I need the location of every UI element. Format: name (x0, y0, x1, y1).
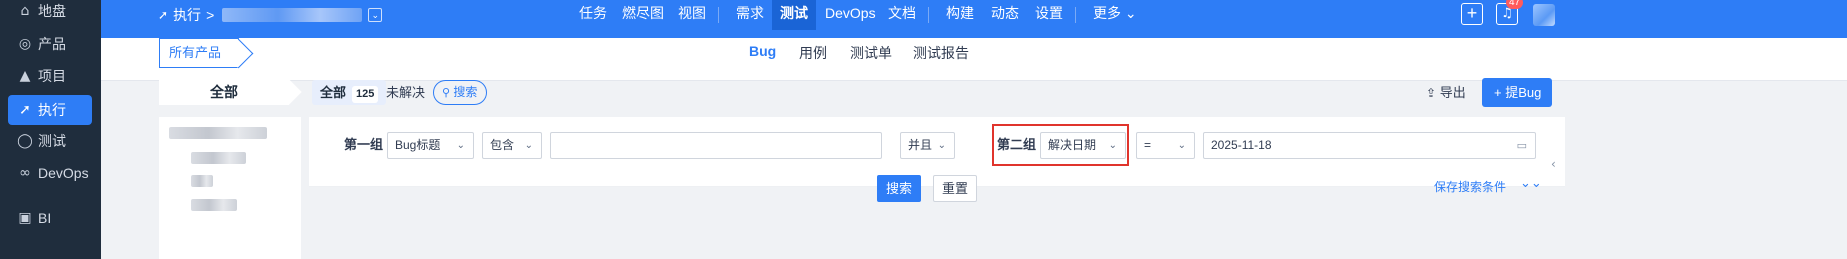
create-plus-button[interactable]: + (1461, 3, 1483, 25)
expand-double-chevron-icon[interactable]: ⌄⌄ (1520, 176, 1542, 191)
nav-divider (928, 7, 929, 23)
execution-name-redacted[interactable] (222, 8, 363, 22)
sidebar-item-product[interactable]: ◎ 产品 (8, 29, 92, 59)
sidebar-item-label: DevOps (38, 165, 89, 181)
nav-divider (1075, 7, 1076, 23)
logic-value: 并且 (908, 138, 933, 152)
operator1-select[interactable]: 包含 ⌄ (482, 132, 542, 159)
date-value: 2025-11-18 (1211, 138, 1272, 152)
sidebar-item-label: 地盘 (38, 3, 66, 19)
operator1-value: 包含 (490, 138, 515, 152)
bi-chart-icon: ▣ (18, 210, 32, 226)
nav-view[interactable]: 视图 (678, 0, 706, 30)
nav-task[interactable]: 任务 (579, 0, 607, 30)
notification-badge: 47 (1506, 0, 1524, 9)
nav-settings[interactable]: 设置 (1035, 0, 1063, 30)
sidebar-item-label: 项目 (38, 68, 66, 84)
top-navbar: ➚ 执行 > ⌄ 任务 燃尽图 视图 需求 测试 DevOps 文档 构建 动态… (101, 0, 1847, 38)
chevron-down-icon: ⌄ (456, 140, 465, 151)
home-icon: ⌂ (20, 3, 30, 19)
search-toggle-button[interactable]: ⚲ 搜索 (433, 80, 487, 105)
tree-node-redacted[interactable] (191, 152, 246, 164)
logic-select[interactable]: 并且 ⌄ (900, 132, 955, 159)
nav-story[interactable]: 需求 (736, 0, 764, 30)
field1-select[interactable]: Bug标题 ⌄ (387, 132, 474, 159)
search-toggle-label: 搜索 (453, 85, 478, 99)
sidebar-item-label: 产品 (38, 36, 66, 52)
field1-value: Bug标题 (395, 138, 441, 152)
sidebar: ⌂ 地盘 ◎ 产品 ▲ 项目 ➚ 执行 ◯ 测试 ∞ DevOps ▣ BI (0, 0, 101, 259)
nav-test[interactable]: 测试 (772, 0, 816, 30)
breadcrumb: ➚ 执行 > ⌄ (158, 0, 383, 30)
infinity-icon: ∞ (19, 165, 31, 181)
nav-devops[interactable]: DevOps (825, 0, 876, 30)
group1-label: 第一组 (344, 137, 384, 152)
product-selector[interactable]: 所有产品 ⌄ (159, 38, 239, 68)
sidebar-item-dashboard[interactable]: ⌂ 地盘 (8, 0, 92, 26)
save-search-link[interactable]: 保存搜索条件 (1434, 178, 1506, 195)
value1-input[interactable] (550, 132, 882, 159)
search-icon: ⚲ (442, 86, 451, 99)
nav-divider (718, 7, 719, 23)
tab-case[interactable]: 用例 (799, 43, 827, 63)
bug-count-badge: 125 (352, 86, 379, 103)
tree-node-redacted[interactable] (191, 175, 213, 187)
rocket-icon: ▲ (19, 68, 31, 84)
lightbulb-icon: ◎ (18, 36, 32, 52)
tab-all-bugs[interactable]: 全部 125 (312, 80, 387, 105)
operator2-value: = (1144, 138, 1152, 152)
value2-date-input[interactable]: 2025-11-18 ▭ (1203, 132, 1536, 159)
tab-all-label: 全部 (320, 85, 347, 100)
module-tree (159, 117, 301, 259)
sidebar-item-label: 执行 (38, 102, 66, 118)
chevron-down-icon: ⌄ (1177, 140, 1186, 151)
search-button[interactable]: 搜索 (877, 175, 921, 202)
sidebar-item-label: BI (38, 210, 52, 226)
tab-bug[interactable]: Bug (749, 43, 776, 59)
execute-icon: ➚ (19, 102, 31, 118)
tab-testreport[interactable]: 测试报告 (913, 43, 969, 63)
sidebar-item-project[interactable]: ▲ 项目 (8, 61, 92, 91)
chevron-down-icon[interactable]: ⌄ (368, 8, 383, 22)
breadcrumb-root[interactable]: 执行 (173, 5, 201, 25)
tree-node-redacted[interactable] (191, 199, 237, 211)
chevron-down-icon: ⌄ (937, 140, 946, 151)
tab-unresolved[interactable]: 未解决 (386, 80, 425, 105)
tree-node-redacted[interactable] (169, 127, 267, 139)
nav-burndown[interactable]: 燃尽图 (622, 0, 664, 30)
sub-header: 所有产品 ⌄ Bug 用例 测试单 测试报告 (101, 38, 1847, 81)
module-all[interactable]: 全部 (159, 80, 289, 105)
nav-doc[interactable]: 文档 (888, 0, 916, 30)
export-icon: ⇪ (1426, 86, 1437, 100)
breadcrumb-separator: > (206, 7, 215, 23)
sidebar-item-label: 测试 (38, 133, 66, 149)
operator2-select[interactable]: = ⌄ (1136, 132, 1195, 159)
nav-more[interactable]: 更多 ⌄ (1093, 0, 1137, 30)
execute-icon: ➚ (158, 8, 169, 22)
sidebar-item-execute[interactable]: ➚ 执行 (8, 95, 92, 125)
export-label: 导出 (1439, 85, 1466, 100)
avatar[interactable] (1533, 4, 1555, 26)
calendar-icon[interactable]: ▭ (1517, 133, 1527, 158)
highlight-box (992, 124, 1129, 166)
sidebar-item-bi[interactable]: ▣ BI (8, 203, 92, 233)
chevron-down-icon: ⌄ (524, 140, 533, 151)
add-bug-button[interactable]: + 提Bug (1482, 78, 1552, 107)
nav-build[interactable]: 构建 (946, 0, 974, 30)
chevron-left-icon[interactable]: ‹ (1551, 157, 1561, 177)
reset-button[interactable]: 重置 (933, 175, 977, 202)
export-button[interactable]: ⇪ 导出 (1426, 80, 1466, 105)
nav-dynamic[interactable]: 动态 (991, 0, 1019, 30)
sidebar-item-devops[interactable]: ∞ DevOps (8, 158, 92, 188)
sidebar-item-test[interactable]: ◯ 测试 (8, 126, 92, 156)
tab-testtask[interactable]: 测试单 (850, 43, 892, 63)
test-search-icon: ◯ (17, 133, 33, 149)
